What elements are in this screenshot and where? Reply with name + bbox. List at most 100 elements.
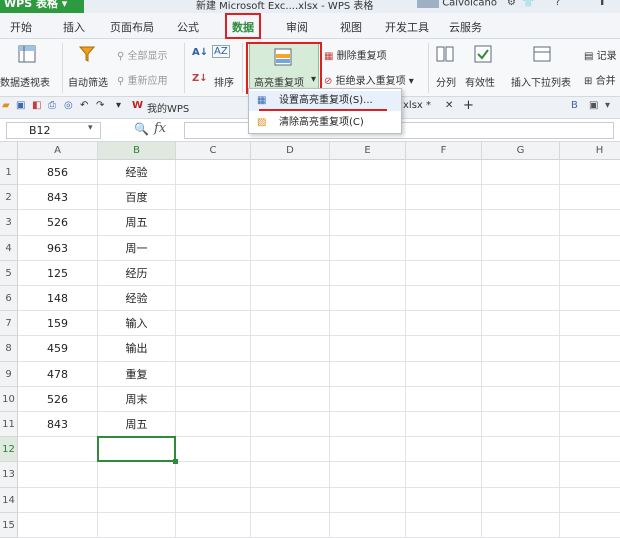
- table-cell[interactable]: [482, 311, 560, 337]
- table-cell[interactable]: [406, 235, 482, 261]
- table-cell[interactable]: [176, 311, 251, 337]
- row-header[interactable]: 8: [0, 336, 18, 362]
- table-cell[interactable]: [251, 160, 330, 186]
- table-cell[interactable]: [330, 311, 406, 337]
- tab-cloud[interactable]: 云服务: [449, 19, 482, 35]
- export-pdf-icon[interactable]: ◧: [32, 100, 41, 111]
- table-cell[interactable]: [251, 361, 330, 387]
- table-cell[interactable]: 125: [18, 260, 98, 286]
- table-cell[interactable]: [176, 487, 251, 513]
- table-cell[interactable]: 963: [18, 235, 98, 261]
- table-cell[interactable]: [176, 260, 251, 286]
- table-cell[interactable]: [482, 487, 560, 513]
- table-cell[interactable]: [176, 160, 251, 186]
- column-header[interactable]: G: [482, 142, 560, 160]
- set-highlight-duplicates-item[interactable]: ▦ 设置高亮重复项(S)...: [249, 91, 401, 111]
- table-cell[interactable]: 周五: [98, 412, 176, 438]
- table-cell[interactable]: [251, 512, 330, 538]
- tab-home[interactable]: 开始: [10, 19, 32, 35]
- row-header[interactable]: 9: [0, 361, 18, 387]
- table-cell[interactable]: [560, 210, 620, 236]
- table-cell[interactable]: [18, 487, 98, 513]
- table-cell[interactable]: [560, 185, 620, 211]
- table-cell[interactable]: [482, 437, 560, 463]
- table-cell[interactable]: [330, 336, 406, 362]
- print-icon[interactable]: ⎙: [48, 100, 56, 111]
- table-cell[interactable]: 148: [18, 286, 98, 312]
- tab-list-icon[interactable]: B: [571, 100, 578, 111]
- tab-insert[interactable]: 插入: [63, 19, 85, 35]
- table-cell[interactable]: [18, 512, 98, 538]
- table-cell[interactable]: [560, 286, 620, 312]
- zoom-icon[interactable]: 🔍: [134, 122, 149, 136]
- table-cell[interactable]: [176, 336, 251, 362]
- column-header[interactable]: C: [176, 142, 251, 160]
- table-cell[interactable]: [330, 160, 406, 186]
- column-header[interactable]: A: [18, 142, 98, 160]
- row-header[interactable]: 3: [0, 210, 18, 236]
- table-cell[interactable]: [560, 362, 620, 387]
- table-cell[interactable]: 526: [18, 386, 98, 412]
- table-cell[interactable]: [330, 487, 406, 513]
- table-cell[interactable]: [330, 235, 406, 261]
- table-cell[interactable]: [406, 336, 482, 362]
- table-cell[interactable]: [176, 235, 251, 261]
- customize-qat-icon[interactable]: ▾: [116, 100, 121, 111]
- save-icon[interactable]: ▣: [16, 100, 25, 111]
- table-cell[interactable]: [251, 336, 330, 362]
- table-cell[interactable]: [330, 286, 406, 312]
- tab-mywps[interactable]: 我的WPS: [147, 100, 189, 115]
- table-cell[interactable]: [482, 210, 560, 236]
- table-cell[interactable]: [251, 235, 330, 261]
- table-cell[interactable]: [251, 286, 330, 312]
- tab-menu-icon[interactable]: ▣: [589, 100, 598, 111]
- table-cell[interactable]: [406, 210, 482, 236]
- table-cell[interactable]: [560, 236, 620, 261]
- table-cell[interactable]: 周末: [98, 386, 176, 412]
- clear-highlight-duplicates-item[interactable]: ▨ 清除高亮重复项(C): [249, 113, 401, 133]
- table-cell[interactable]: [176, 361, 251, 387]
- table-cell[interactable]: [482, 336, 560, 362]
- table-cell[interactable]: [330, 361, 406, 387]
- table-cell[interactable]: [98, 462, 176, 488]
- table-cell[interactable]: [330, 210, 406, 236]
- table-cell[interactable]: 856: [18, 160, 98, 186]
- table-cell[interactable]: [330, 412, 406, 438]
- table-cell[interactable]: 843: [18, 185, 98, 211]
- table-cell[interactable]: [560, 160, 620, 186]
- merge-button[interactable]: ⊞ 合并: [584, 72, 616, 87]
- select-all-corner[interactable]: [0, 142, 18, 160]
- table-cell[interactable]: [98, 487, 176, 513]
- table-cell[interactable]: [330, 386, 406, 412]
- table-cell[interactable]: [18, 462, 98, 488]
- delete-duplicates-button[interactable]: ▦ 删除重复项: [324, 47, 387, 62]
- reapply-button[interactable]: ⚲ 重新应用: [117, 72, 168, 87]
- table-cell[interactable]: 输出: [98, 336, 176, 362]
- row-header[interactable]: 1: [0, 160, 18, 186]
- table-cell[interactable]: [176, 512, 251, 538]
- column-header[interactable]: B: [98, 142, 176, 160]
- show-all-button[interactable]: ⚲ 全部显示: [117, 47, 168, 62]
- table-cell[interactable]: [251, 487, 330, 513]
- open-folder-icon[interactable]: ▰: [2, 100, 10, 111]
- row-header[interactable]: 7: [0, 311, 18, 337]
- table-cell[interactable]: [251, 437, 330, 463]
- table-cell[interactable]: [482, 361, 560, 387]
- table-cell[interactable]: 经验: [98, 160, 176, 186]
- table-cell[interactable]: [560, 488, 620, 513]
- table-cell[interactable]: [406, 487, 482, 513]
- table-cell[interactable]: [482, 412, 560, 438]
- table-cell[interactable]: 经历: [98, 260, 176, 286]
- app-menu-button[interactable]: WPS 表格 ▾: [0, 0, 84, 13]
- column-header[interactable]: F: [406, 142, 482, 160]
- undo-icon[interactable]: ↶: [80, 100, 88, 111]
- table-cell[interactable]: [406, 185, 482, 211]
- spreadsheet-grid[interactable]: A B C D E F G H 1 856 经验 2 843 百度 3 526 周五 4 963 周一 5 125 经历 6 1…: [0, 142, 620, 538]
- table-cell[interactable]: [18, 437, 98, 463]
- redo-icon[interactable]: ↷: [96, 100, 104, 111]
- table-cell[interactable]: 百度: [98, 185, 176, 211]
- reject-duplicates-button[interactable]: ⊘ 拒绝录入重复项 ▾: [324, 72, 414, 87]
- sort-custom-icon[interactable]: AZ: [212, 45, 230, 58]
- tab-document[interactable]: xlsx *: [403, 100, 431, 111]
- user-account[interactable]: Caivolcano: [417, 0, 497, 9]
